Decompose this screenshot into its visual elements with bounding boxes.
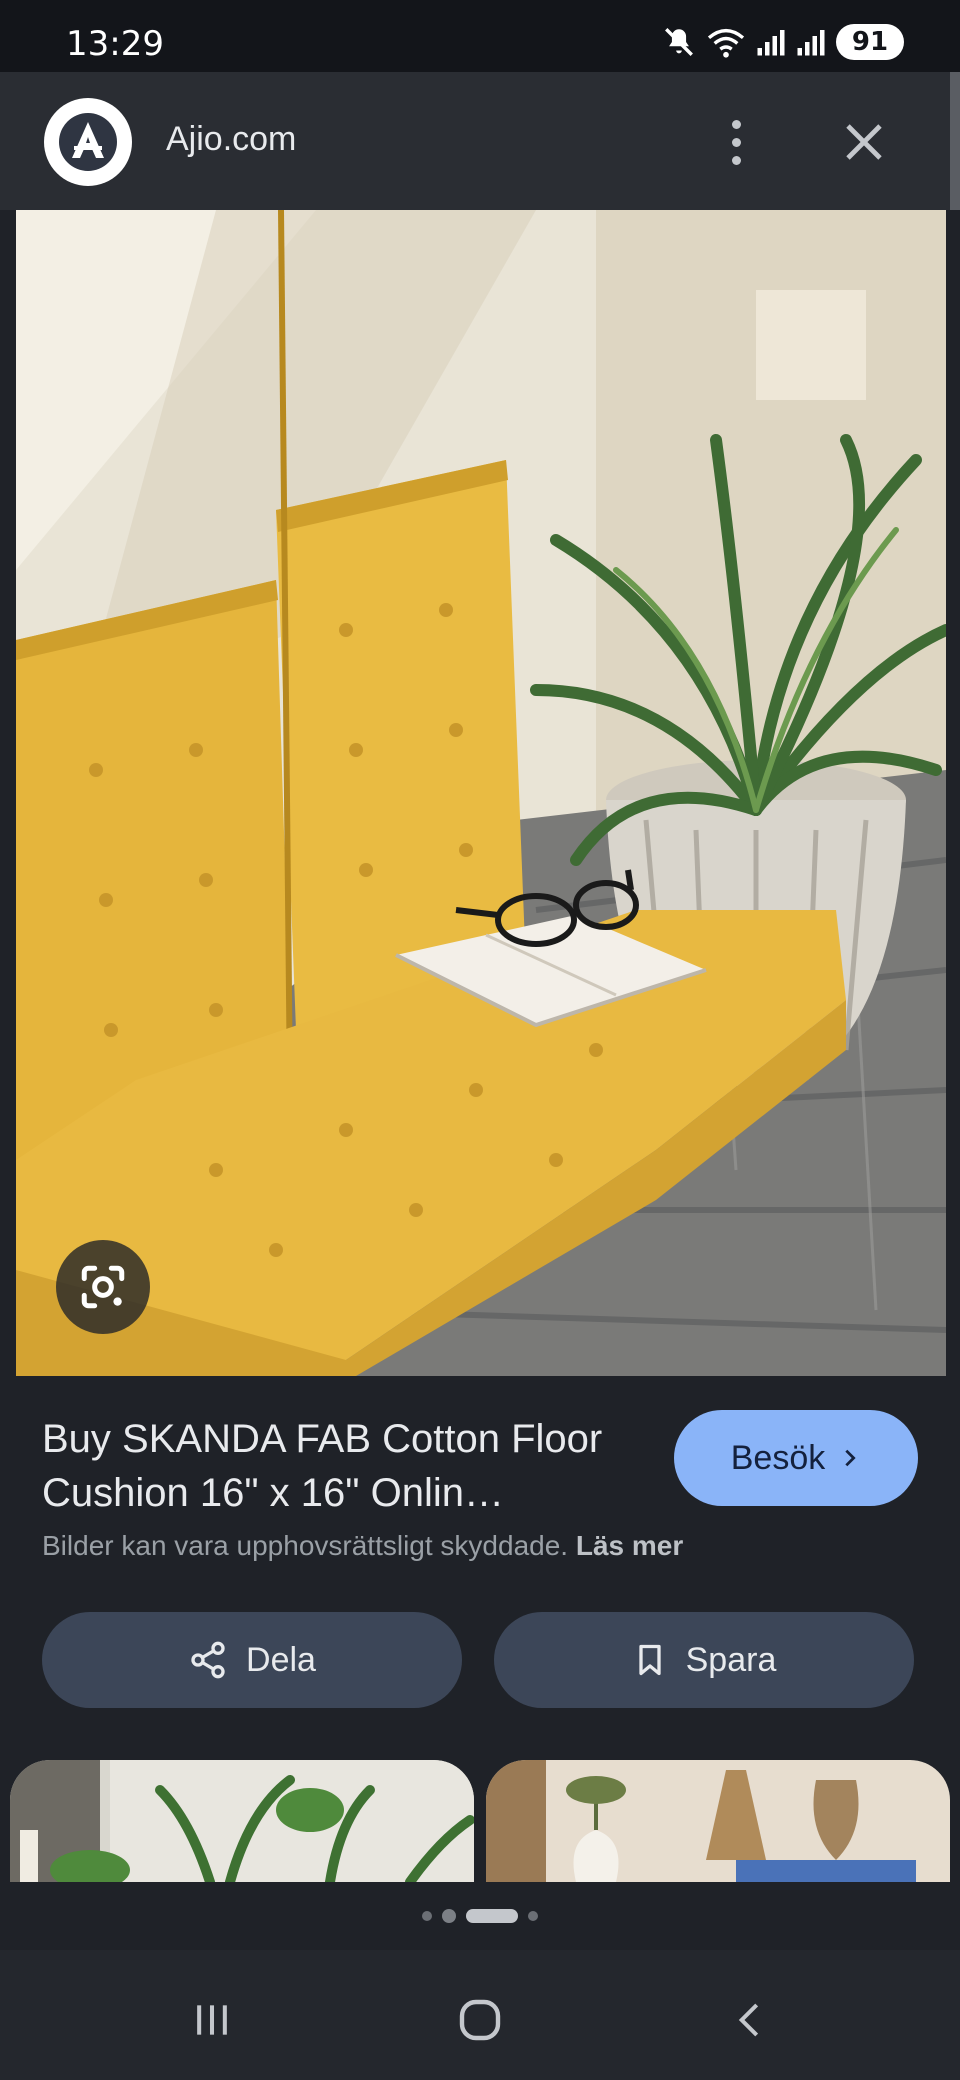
logo-mark-icon xyxy=(59,113,117,171)
status-time: 13:29 xyxy=(66,24,164,64)
carousel-dot xyxy=(442,1909,456,1923)
related-image[interactable] xyxy=(486,1760,950,1882)
floor-cushion-illustration xyxy=(16,210,946,1376)
read-more-link[interactable]: Läs mer xyxy=(576,1530,683,1561)
recents-icon xyxy=(197,2005,227,2035)
share-icon xyxy=(191,1641,225,1679)
carousel-dot xyxy=(528,1911,538,1921)
related-images xyxy=(0,1760,960,1882)
back-button[interactable] xyxy=(720,1990,780,2050)
visit-label: Besök xyxy=(730,1438,826,1477)
system-nav-bar xyxy=(0,1950,960,2080)
save-button[interactable]: Spara xyxy=(494,1612,914,1708)
wifi-icon xyxy=(707,28,745,58)
close-icon[interactable] xyxy=(840,118,888,166)
related-image[interactable] xyxy=(10,1760,474,1882)
related-image-plants xyxy=(10,1760,474,1882)
carousel-indicator xyxy=(0,1906,960,1926)
google-lens-button[interactable] xyxy=(56,1240,150,1334)
home-icon xyxy=(459,1999,501,2041)
copyright-notice: Bilder kan vara upphovsrättsligt skyddad… xyxy=(42,1530,683,1562)
share-button[interactable]: Dela xyxy=(42,1612,462,1708)
save-label: Spara xyxy=(685,1640,777,1679)
recent-apps-button[interactable] xyxy=(182,1990,242,2050)
related-image-room xyxy=(486,1760,950,1882)
ajio-logo[interactable] xyxy=(44,98,132,186)
more-vert-icon[interactable] xyxy=(714,112,758,172)
back-icon xyxy=(738,2003,759,2037)
status-bar: 13:29 91 xyxy=(0,0,960,72)
battery-level: 91 xyxy=(851,27,889,57)
mute-icon xyxy=(665,28,693,56)
carousel-dot-active xyxy=(466,1909,518,1923)
lens-icon xyxy=(81,1265,125,1309)
copyright-text: Bilder kan vara upphovsrättsligt skyddad… xyxy=(42,1530,569,1561)
bookmark-icon xyxy=(638,1644,661,1676)
chevron-right-icon xyxy=(845,1449,856,1467)
product-image[interactable] xyxy=(16,210,946,1376)
status-icons: 91 xyxy=(662,22,904,62)
site-name[interactable]: Ajio.com xyxy=(166,120,296,159)
share-label: Dela xyxy=(246,1640,316,1679)
scrollbar[interactable] xyxy=(950,72,960,210)
battery-icon: 91 xyxy=(836,24,904,60)
visit-button[interactable]: Besök xyxy=(674,1410,918,1506)
carousel-dot xyxy=(422,1911,432,1921)
viewer-header: Ajio.com xyxy=(0,72,960,210)
signal-icon xyxy=(757,30,785,56)
result-title[interactable]: Buy SKANDA FAB Cotton Floor Cushion 16" … xyxy=(42,1412,642,1520)
signal-icon xyxy=(797,30,825,56)
home-button[interactable] xyxy=(450,1990,510,2050)
